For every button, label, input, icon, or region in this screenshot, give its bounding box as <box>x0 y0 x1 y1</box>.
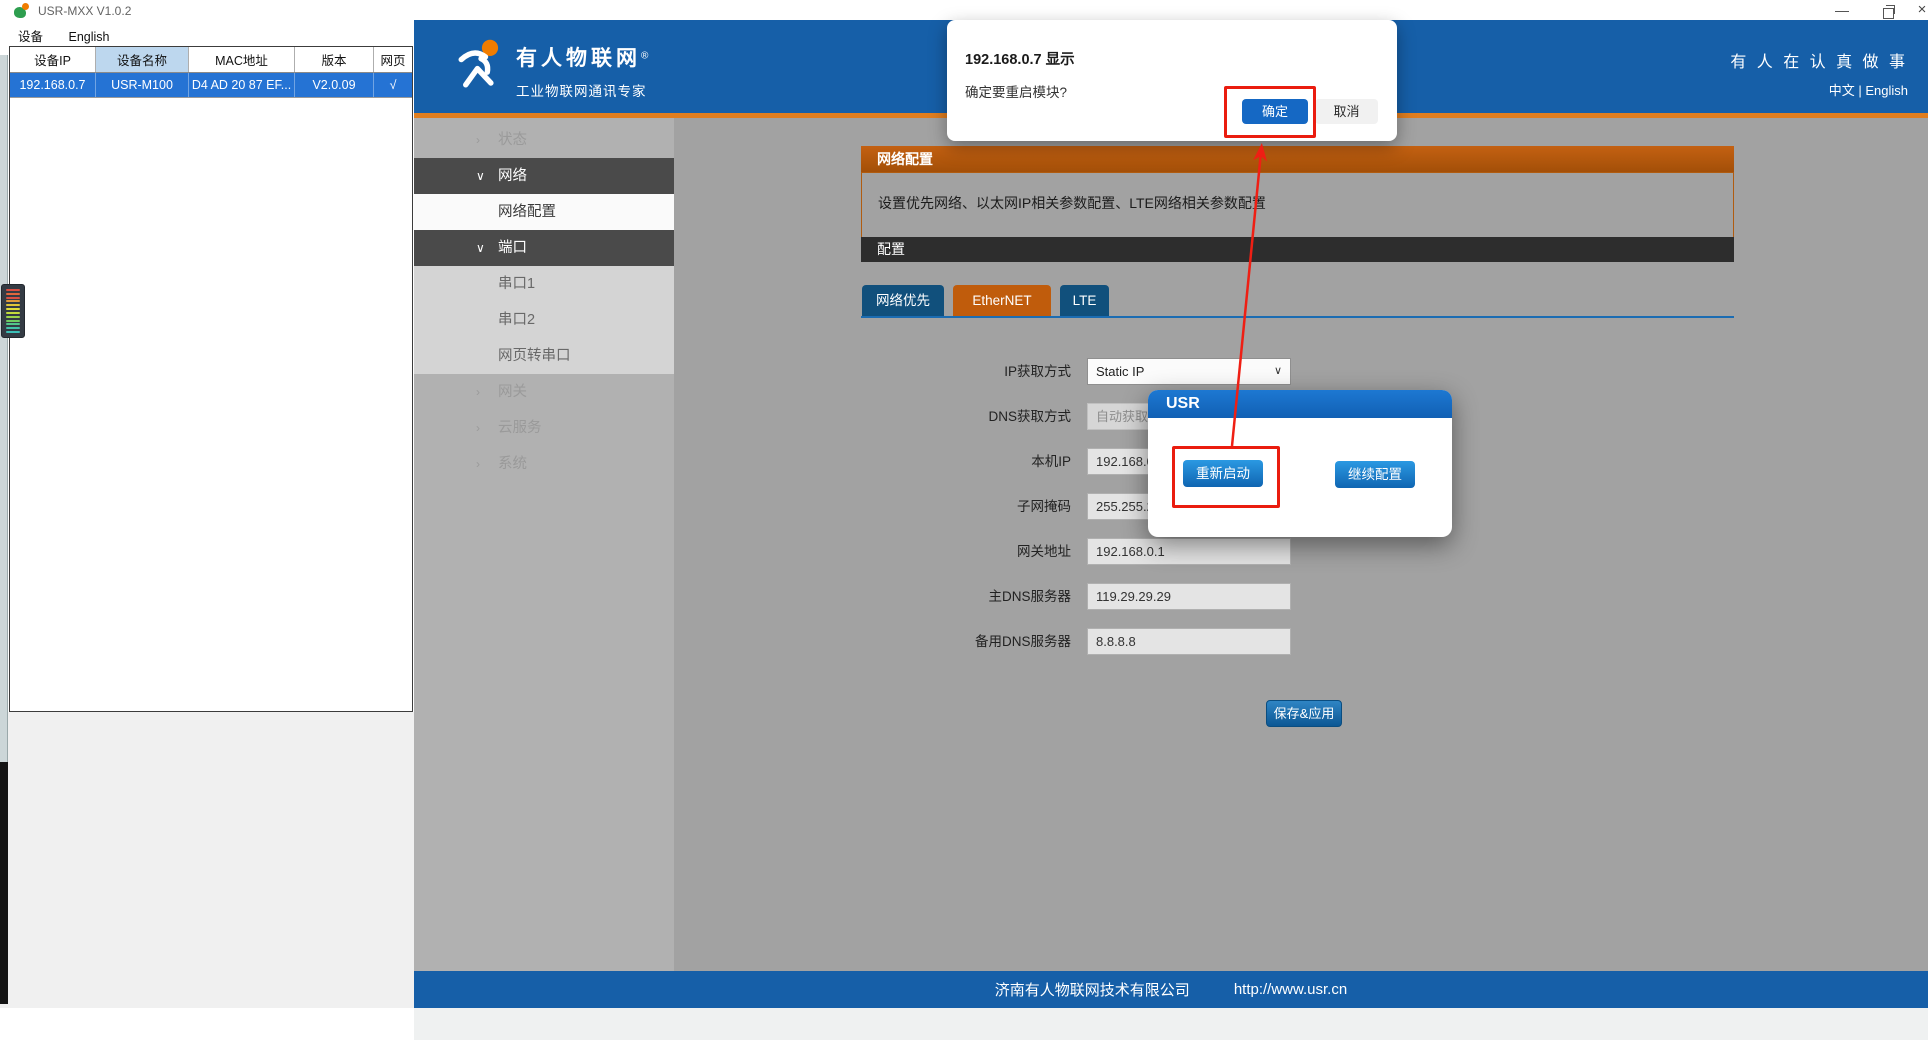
desktop-edge-dark-strip <box>0 762 8 1004</box>
subnet-mask-label: 子网掩码 <box>861 493 1071 520</box>
restore-button[interactable] <box>1870 0 1906 22</box>
device-table: 设备IP 设备名称 MAC地址 版本 网页 192.168.0.7 USR-M1… <box>9 46 413 712</box>
screen: USR-MXX V1.0.2 — × 设备 English 设备IP 设备名称 … <box>0 0 1928 1040</box>
menu-bar: 设备 English <box>0 22 413 44</box>
primary-dns-label: 主DNS服务器 <box>861 583 1071 610</box>
tab-network-priority[interactable]: 网络优先 <box>862 285 944 316</box>
col-mac[interactable]: MAC地址 <box>189 47 295 72</box>
footer-url[interactable]: http://www.usr.cn <box>1234 981 1347 998</box>
dns-mode-label: DNS获取方式 <box>861 403 1071 430</box>
col-device-ip[interactable]: 设备IP <box>10 47 96 72</box>
close-button[interactable]: × <box>1904 0 1928 22</box>
app-icon <box>14 3 30 19</box>
sidebar-item-network[interactable]: ∨网络 <box>414 158 674 194</box>
device-name: USR-M100 <box>96 73 189 97</box>
chevron-right-icon: › <box>476 446 498 482</box>
secondary-dns-label: 备用DNS服务器 <box>861 628 1071 655</box>
web-brand: 有人物联网 <box>516 47 641 70</box>
sidebar-item-serial2[interactable]: 串口2 <box>414 302 674 338</box>
window-title: USR-MXX V1.0.2 <box>38 4 131 18</box>
secondary-dns-input[interactable]: 8.8.8.8 <box>1087 628 1291 655</box>
section-description-box: 设置优先网络、以太网IP相关参数配置、LTE网络相关参数配置 <box>861 172 1734 244</box>
chevron-right-icon: › <box>476 410 498 446</box>
web-footer: 济南有人物联网技术有限公司 http://www.usr.cn <box>414 971 1928 1008</box>
sidebar-item-cloud[interactable]: ›云服务 <box>414 410 674 446</box>
menu-device[interactable]: 设备 <box>18 26 43 45</box>
section-description: 设置优先网络、以太网IP相关参数配置、LTE网络相关参数配置 <box>878 193 1266 213</box>
web-brand-slogan: 工业物联网通讯专家 <box>516 80 648 100</box>
usr-modal-title: USR <box>1148 390 1452 418</box>
continue-config-button[interactable]: 继续配置 <box>1335 461 1415 488</box>
save-apply-button[interactable]: 保存&应用 <box>1266 700 1342 727</box>
usr-modal: USR 重新启动 继续配置 <box>1148 390 1452 537</box>
web-sidebar: ›状态 ∨网络 网络配置 ∨端口 串口1 串口2 网页转串口 ›网关 ›云服务 … <box>414 118 674 971</box>
highlight-box-ok <box>1224 86 1316 138</box>
gateway-addr-input[interactable]: 192.168.0.1 <box>1087 538 1291 565</box>
chevron-down-icon: ∨ <box>476 230 498 266</box>
sidebar-item-gateway[interactable]: ›网关 <box>414 374 674 410</box>
tab-ethernet[interactable]: EtherNET <box>953 285 1051 316</box>
local-ip-label: 本机IP <box>861 448 1071 475</box>
tab-underline <box>861 316 1734 318</box>
below-footer-strip <box>414 1008 1928 1040</box>
sidebar-item-status[interactable]: ›状态 <box>414 122 674 158</box>
sidebar-item-network-config[interactable]: 网络配置 <box>414 194 674 230</box>
chevron-down-icon: ∨ <box>476 158 498 194</box>
section-title: 网络配置 <box>861 146 1734 172</box>
ip-mode-label: IP获取方式 <box>861 358 1071 385</box>
chevron-down-icon: ∨ <box>1274 359 1282 384</box>
device-ip: 192.168.0.7 <box>10 73 96 97</box>
dialog-title: 192.168.0.7 显示 <box>965 48 1075 69</box>
web-main-content: 网络配置 设置优先网络、以太网IP相关参数配置、LTE网络相关参数配置 配置 网… <box>674 118 1928 971</box>
dialog-message: 确定要重启模块? <box>965 81 1067 101</box>
config-bar-title: 配置 <box>861 237 1734 262</box>
chevron-right-icon: › <box>476 374 498 410</box>
minimize-button[interactable]: — <box>1824 0 1860 22</box>
device-web-check: √ <box>374 73 412 97</box>
col-version[interactable]: 版本 <box>295 47 374 72</box>
highlight-box-restart <box>1172 446 1280 508</box>
basic-settings-panel: 基础设置 IP地址类型: 静态IP ∨ 模块静态IP 192.168.0.7 子… <box>0 712 414 1008</box>
gateway-addr-label: 网关地址 <box>861 538 1071 565</box>
level-meter-widget <box>1 284 25 338</box>
device-mac: D4 AD 20 87 EF... <box>189 73 295 97</box>
col-device-name[interactable]: 设备名称 <box>96 47 189 72</box>
device-version: V2.0.09 <box>295 73 374 97</box>
menu-english[interactable]: English <box>69 30 110 44</box>
usr-person-icon-white <box>454 36 508 94</box>
ip-mode-select[interactable]: Static IP ∨ <box>1087 358 1291 385</box>
desktop-edge-strip <box>0 55 8 762</box>
sidebar-item-port[interactable]: ∨端口 <box>414 230 674 266</box>
sidebar-item-system[interactable]: ›系统 <box>414 446 674 482</box>
app-titlebar: USR-MXX V1.0.2 — × <box>0 0 1928 22</box>
sidebar-item-serial1[interactable]: 串口1 <box>414 266 674 302</box>
web-motto: 有 人 在 认 真 做 事 <box>1730 48 1908 72</box>
device-table-header: 设备IP 设备名称 MAC地址 版本 网页 <box>10 47 412 73</box>
sidebar-item-web-to-serial[interactable]: 网页转串口 <box>414 338 674 374</box>
tab-lte[interactable]: LTE <box>1060 285 1109 316</box>
dialog-cancel-button[interactable]: 取消 <box>1315 99 1378 124</box>
registered-mark-icon: ® <box>641 51 648 62</box>
col-web[interactable]: 网页 <box>374 47 412 72</box>
chevron-right-icon: › <box>476 122 498 158</box>
language-switch[interactable]: 中文 | English <box>1829 80 1908 99</box>
restore-icon <box>1883 8 1894 19</box>
confirm-dialog: 192.168.0.7 显示 确定要重启模块? 确定 取消 <box>947 20 1397 141</box>
device-row-selected[interactable]: 192.168.0.7 USR-M100 D4 AD 20 87 EF... V… <box>10 73 412 98</box>
footer-company: 济南有人物联网技术有限公司 <box>995 979 1190 1000</box>
primary-dns-input[interactable]: 119.29.29.29 <box>1087 583 1291 610</box>
